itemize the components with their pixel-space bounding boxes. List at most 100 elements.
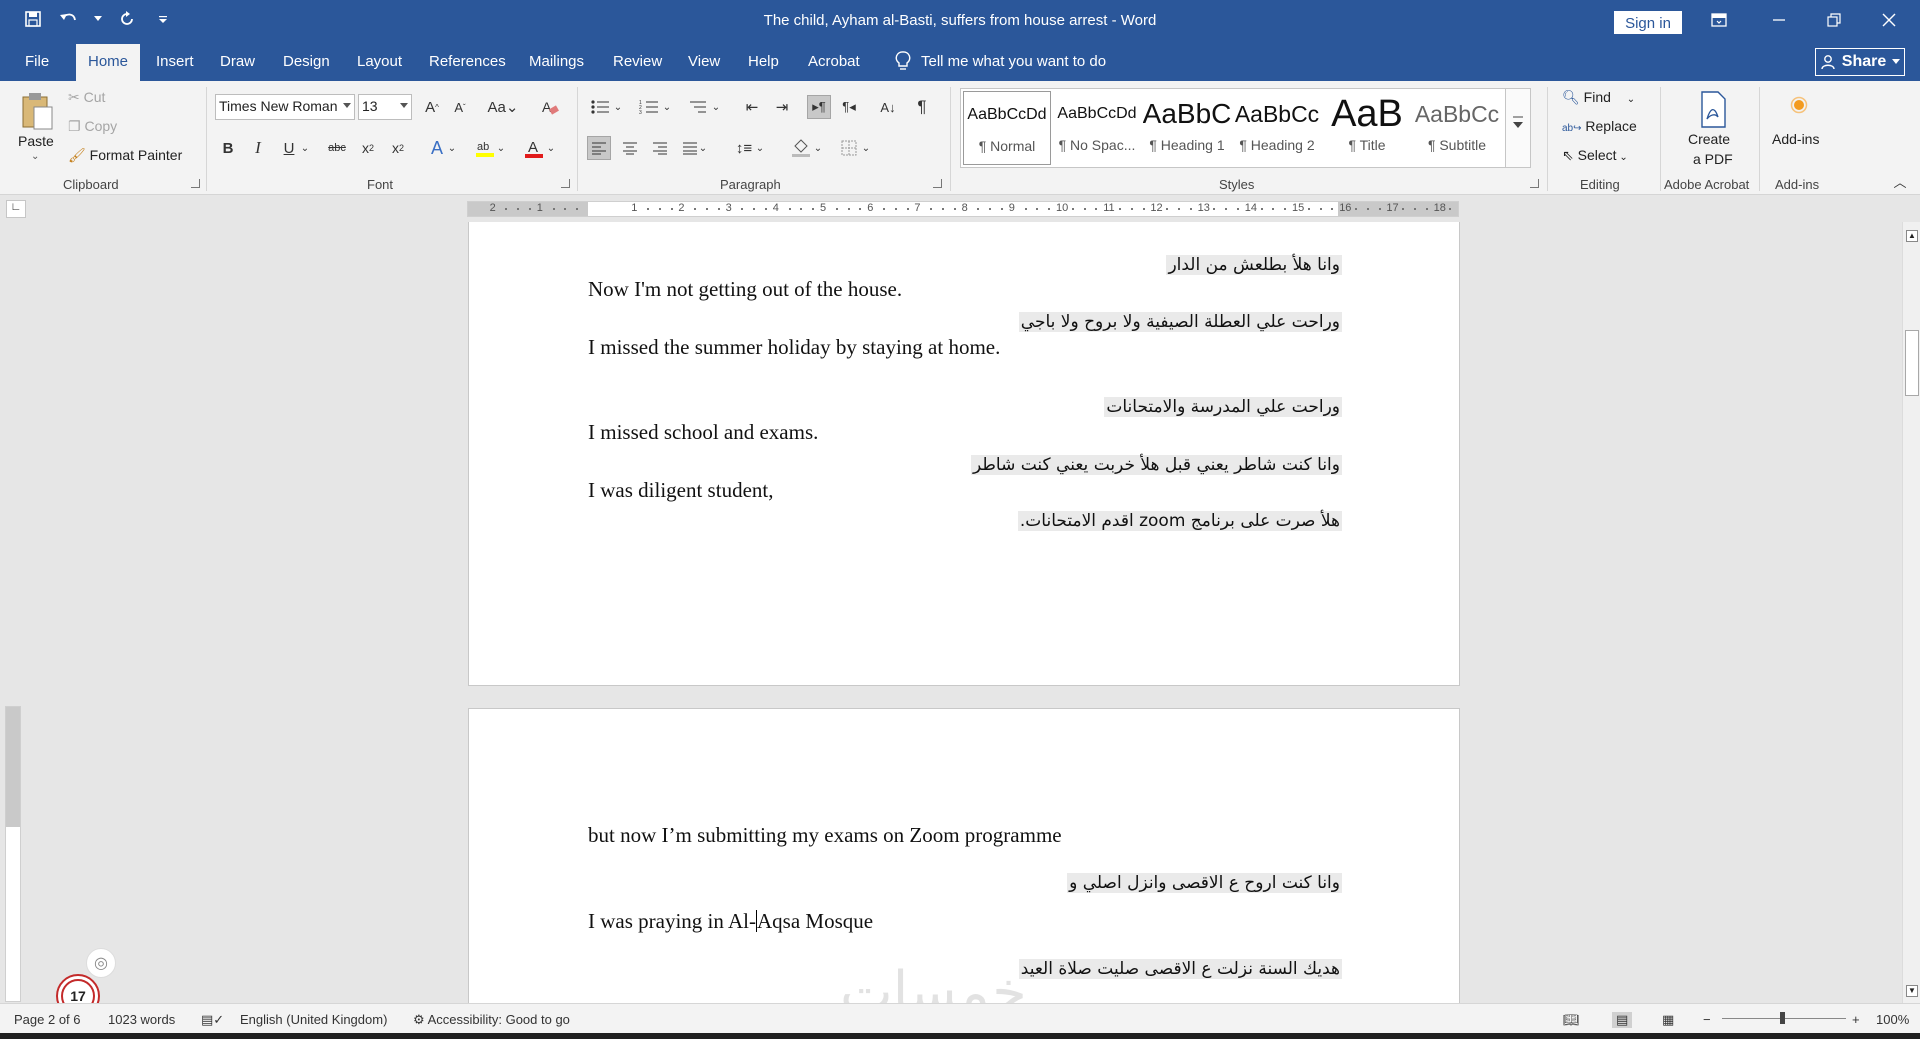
tab-file[interactable]: File <box>25 53 49 70</box>
fingerprint-icon[interactable]: ◎ <box>86 948 116 978</box>
select-button[interactable]: ⇖ Select ⌄ <box>1562 147 1628 164</box>
tab-references[interactable]: References <box>429 53 506 70</box>
sort-icon[interactable]: A↓ <box>876 95 900 119</box>
english-line[interactable]: I was diligent student, <box>588 478 773 503</box>
arabic-line[interactable]: وراحت علي المدرسة والامتحانات <box>1104 397 1342 417</box>
tab-help[interactable]: Help <box>748 53 779 70</box>
cut-button[interactable]: ✂ Cut <box>68 89 105 106</box>
font-launcher-icon[interactable] <box>561 179 570 188</box>
strikethrough-icon[interactable]: abc <box>325 136 349 160</box>
tab-mailings[interactable]: Mailings <box>529 53 584 70</box>
arabic-line[interactable]: هديك السنة نزلت ع الاقصى صليت صلاة العيد <box>1018 959 1342 979</box>
style-no-spacing[interactable]: AaBbCcDd ¶ No Spac... <box>1053 91 1141 165</box>
text-effects-dropdown-icon[interactable]: ⌄ <box>445 136 459 160</box>
align-left-icon[interactable] <box>587 136 611 160</box>
borders-icon[interactable] <box>837 136 861 160</box>
tab-layout[interactable]: Layout <box>357 53 402 70</box>
styles-more-button[interactable] <box>1505 88 1531 168</box>
restore-icon[interactable] <box>1822 8 1846 32</box>
style-subtitle[interactable]: AaBbCc ¶ Subtitle <box>1413 91 1501 165</box>
document-page[interactable]: وانا هلأ بطلعش من الدار Now I'm not gett… <box>468 222 1460 686</box>
numbering-dropdown-icon[interactable]: ⌄ <box>661 95 673 119</box>
print-layout-icon[interactable]: ▤ <box>1612 1012 1633 1028</box>
page-count[interactable]: Page 2 of 6 <box>14 1012 81 1027</box>
shading-icon[interactable] <box>789 136 813 160</box>
share-button[interactable]: Share <box>1815 48 1905 76</box>
horizontal-ruler[interactable]: 2 1 1 2 3 4 5 6 7 8 9 10 11 12 13 14 15 16 17 18 <box>467 201 1459 217</box>
show-formatting-icon[interactable]: ¶ <box>910 95 934 119</box>
scrollbar-thumb[interactable] <box>1905 330 1919 396</box>
highlight-dropdown-icon[interactable]: ⌄ <box>494 136 508 160</box>
create-pdf-icon[interactable] <box>1695 89 1731 131</box>
arabic-line[interactable]: وانا كنت شاطر يعني قبل هلأ خربت يعني كنت… <box>971 455 1342 475</box>
bullets-icon[interactable] <box>588 95 612 119</box>
superscript-icon[interactable]: x2 <box>386 136 410 160</box>
multilevel-dropdown-icon[interactable]: ⌄ <box>710 95 722 119</box>
change-case-icon[interactable]: Aa⌄ <box>485 95 521 119</box>
add-ins-icon[interactable] <box>1787 93 1811 117</box>
paste-label[interactable]: Paste <box>18 133 54 149</box>
sign-in-button[interactable]: Sign in <box>1614 11 1682 34</box>
paste-dropdown-icon[interactable]: ⌄ <box>31 151 39 162</box>
copy-button[interactable]: ❐ Copy <box>68 118 117 135</box>
tab-design[interactable]: Design <box>283 53 330 70</box>
tab-home[interactable]: Home <box>76 44 141 81</box>
align-right-icon[interactable] <box>648 136 672 160</box>
styles-launcher-icon[interactable] <box>1530 179 1539 188</box>
scroll-up-icon[interactable]: ▲ <box>1906 230 1918 242</box>
zoom-level[interactable]: 100% <box>1876 1012 1909 1027</box>
english-line[interactable]: Now I'm not getting out of the house. <box>588 277 902 302</box>
clipboard-launcher-icon[interactable] <box>191 179 200 188</box>
style-heading-1[interactable]: AaBbC ¶ Heading 1 <box>1143 91 1231 165</box>
grow-font-icon[interactable]: A ^ <box>420 95 444 119</box>
arabic-line[interactable]: وراحت علي العطلة الصيفية ولا بروح ولا با… <box>1018 312 1342 332</box>
subscript-icon[interactable]: x2 <box>356 136 380 160</box>
tab-acrobat[interactable]: Acrobat <box>808 53 860 70</box>
clear-formatting-icon[interactable]: A <box>538 95 562 119</box>
close-icon[interactable] <box>1877 8 1901 32</box>
underline-dropdown-icon[interactable]: ⌄ <box>298 136 312 160</box>
borders-dropdown-icon[interactable]: ⌄ <box>860 136 872 160</box>
replace-button[interactable]: ab↪ Replace <box>1562 118 1637 134</box>
tab-selector-icon[interactable]: ∟ <box>6 200 26 218</box>
justify-dropdown-icon[interactable]: ⌄ <box>697 136 709 160</box>
vertical-ruler[interactable] <box>5 706 21 1002</box>
proofing-icon[interactable]: ▤✓ <box>201 1012 224 1028</box>
format-painter-button[interactable]: 🖌 Format Painter <box>68 147 182 164</box>
style-heading-2[interactable]: AaBbCc ¶ Heading 2 <box>1233 91 1321 165</box>
numbering-icon[interactable]: 123 <box>637 95 661 119</box>
english-line[interactable]: I missed the summer holiday by staying a… <box>588 335 1000 360</box>
style-normal[interactable]: AaBbCcDd ¶ Normal <box>963 91 1051 165</box>
font-color-icon[interactable]: A <box>522 136 546 160</box>
web-layout-icon[interactable]: ▦ <box>1662 1012 1674 1028</box>
shading-dropdown-icon[interactable]: ⌄ <box>812 136 824 160</box>
collapse-ribbon-icon[interactable]: ︿ <box>1890 173 1910 190</box>
scroll-down-icon[interactable]: ▼ <box>1906 985 1918 997</box>
font-color-dropdown-icon[interactable]: ⌄ <box>544 136 558 160</box>
zoom-out-icon[interactable]: − <box>1703 1012 1711 1027</box>
tab-view[interactable]: View <box>688 53 720 70</box>
english-line[interactable]: I missed school and exams. <box>588 420 818 445</box>
ltr-direction-icon[interactable]: ▸¶ <box>807 95 831 119</box>
multilevel-list-icon[interactable] <box>686 95 710 119</box>
increase-indent-icon[interactable]: ⇥ <box>770 95 794 119</box>
arabic-line[interactable]: وانا هلأ بطلعش من الدار <box>1166 255 1342 275</box>
rtl-direction-icon[interactable]: ¶◂ <box>837 95 861 119</box>
english-line[interactable]: but now I’m submitting my exams on Zoom … <box>588 823 1062 848</box>
font-size-combo[interactable]: 13 <box>358 94 412 120</box>
create-pdf-label-2[interactable]: a PDF <box>1693 151 1733 167</box>
zoom-in-icon[interactable]: + <box>1852 1012 1860 1027</box>
zoom-slider-thumb[interactable] <box>1780 1012 1785 1024</box>
minimize-icon[interactable] <box>1767 8 1791 32</box>
paragraph-launcher-icon[interactable] <box>933 179 942 188</box>
vertical-scrollbar[interactable]: ▲ ▼ <box>1902 222 1920 1003</box>
accessibility-status[interactable]: ⚙ Accessibility: Good to go <box>413 1012 570 1028</box>
bullets-dropdown-icon[interactable]: ⌄ <box>612 95 624 119</box>
arabic-line[interactable]: هلأ صرت على برنامج zoom اقدم الامتحانات. <box>1017 511 1342 531</box>
tab-insert[interactable]: Insert <box>156 53 194 70</box>
document-page[interactable]: but now I’m submitting my exams on Zoom … <box>468 708 1460 1003</box>
tell-me-search[interactable]: Tell me what you want to do <box>895 51 1106 71</box>
style-title[interactable]: AaB ¶ Title <box>1323 91 1411 165</box>
find-button[interactable]: 🔍︎ Find ⌄ <box>1562 89 1635 106</box>
word-count[interactable]: 1023 words <box>108 1012 175 1027</box>
